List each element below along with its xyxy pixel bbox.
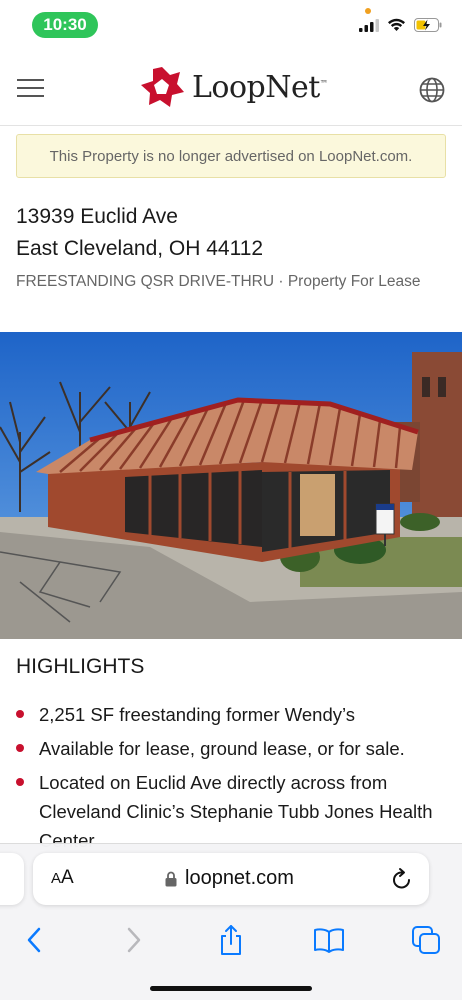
status-time: 10:30 (32, 12, 98, 38)
battery-charging-icon (414, 18, 442, 32)
highlight-text: Located on Euclid Ave directly across fr… (39, 772, 433, 851)
open-book-icon (314, 928, 344, 953)
property-street-address: 13939 Euclid Ave (16, 205, 178, 228)
highlight-text: 2,251 SF freestanding former Wendy’s (39, 704, 356, 725)
address-bar[interactable]: AA loopnet.com (33, 853, 429, 905)
status-icons (359, 18, 442, 32)
browser-bottom-bar: AA loopnet.com (0, 843, 462, 1000)
property-city-state-zip: East Cleveland, OH 44112 (16, 237, 264, 260)
loopnet-logo[interactable]: LoopNet™ (140, 64, 328, 110)
bookmarks-button[interactable] (309, 920, 349, 960)
chevron-left-icon (27, 927, 41, 953)
share-icon (221, 925, 241, 955)
back-button[interactable] (14, 920, 54, 960)
privacy-indicator-dot (365, 8, 371, 14)
tabs-button[interactable] (406, 920, 446, 960)
globe-icon[interactable] (418, 76, 446, 104)
no-longer-advertised-notice: This Property is no longer advertised on… (16, 134, 446, 178)
highlights-list: 2,251 SF freestanding former Wendy’s Ava… (16, 700, 456, 860)
bullet-dot-icon (16, 710, 24, 718)
bullet-dot-icon (16, 744, 24, 752)
wifi-icon (388, 18, 405, 31)
tabs-icon (412, 926, 440, 954)
bullet-dot-icon (16, 778, 24, 786)
cellular-signal-icon (359, 18, 379, 32)
lock-icon (165, 871, 177, 886)
home-indicator[interactable] (150, 986, 312, 991)
share-button[interactable] (211, 920, 251, 960)
forward-button[interactable] (114, 920, 154, 960)
property-type-label: FREESTANDING QSR DRIVE-THRU · Property F… (16, 273, 421, 290)
reload-icon[interactable] (391, 867, 413, 891)
logo-text: LoopNet™ (192, 69, 328, 105)
highlight-item: 2,251 SF freestanding former Wendy’s (16, 700, 456, 729)
browser-toolbar (0, 920, 462, 960)
previous-tab-preview[interactable] (0, 853, 24, 905)
highlights-heading: HIGHLIGHTS (16, 655, 145, 678)
url-display[interactable]: loopnet.com (165, 867, 294, 890)
page-settings-button[interactable]: AA (51, 867, 74, 889)
loopnet-logo-mark-icon (141, 67, 184, 107)
site-header: LoopNet™ (0, 50, 462, 126)
highlight-item: Available for lease, ground lease, or fo… (16, 734, 456, 763)
property-photo[interactable] (0, 332, 462, 639)
highlight-text: Available for lease, ground lease, or fo… (39, 738, 405, 759)
chevron-right-icon (127, 927, 141, 953)
highlight-item: Located on Euclid Ave directly across fr… (16, 768, 456, 855)
status-bar: 10:30 (0, 0, 462, 50)
url-text: loopnet.com (185, 867, 294, 889)
hamburger-menu-icon[interactable] (16, 76, 46, 100)
